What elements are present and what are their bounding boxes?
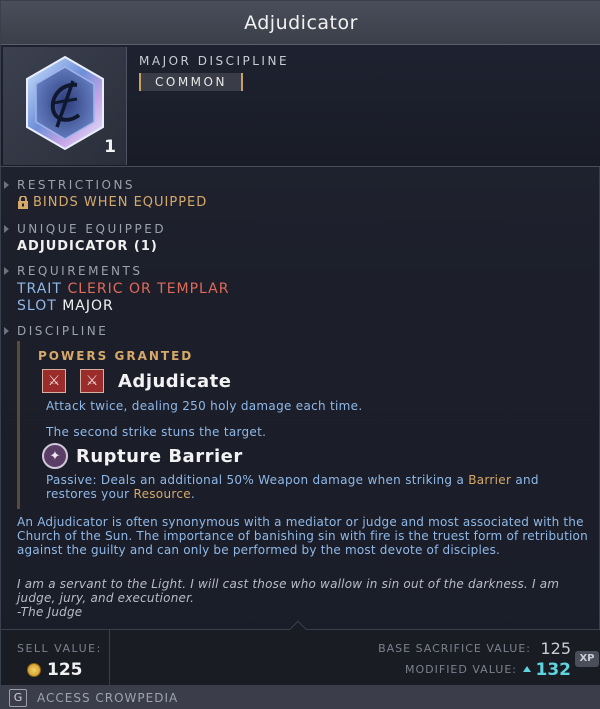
powers-granted-label: POWERS GRANTED — [38, 349, 194, 363]
trait-value: CLERIC OR TEMPLAR — [67, 281, 230, 297]
slot-key: SLOT — [17, 298, 57, 314]
discipline-gem-icon — [26, 55, 104, 151]
caret-icon — [4, 225, 9, 233]
footer-divider — [109, 630, 110, 686]
modified-value: 132 — [535, 660, 572, 680]
item-icon-frame: 1 — [3, 47, 127, 165]
slot-value: MAJOR — [62, 298, 114, 314]
restrictions-row: BINDS WHEN EQUIPPED — [17, 195, 207, 210]
requirements-label: REQUIREMENTS — [17, 264, 143, 278]
crowpedia-label: ACCESS CROWPEDIA — [37, 690, 179, 705]
caret-icon — [4, 267, 9, 275]
barrier-keyword: Barrier — [468, 473, 512, 487]
adjudicate-power-icon: ⚔ — [42, 369, 66, 393]
desc-text: restores your — [46, 487, 134, 501]
resource-keyword: Resource — [133, 487, 191, 501]
lore-quote: I am a servant to the Light. I will cast… — [17, 577, 592, 619]
access-crowpedia-button[interactable]: G ACCESS CROWPEDIA — [1, 685, 600, 709]
sell-value-label: SELL VALUE: — [17, 642, 102, 655]
discipline-label: DISCIPLINE — [17, 324, 109, 338]
base-sacrifice-value: 125 — [540, 639, 571, 658]
g-key-icon: G — [9, 688, 27, 707]
modified-value-label: MODIFIED VALUE: — [405, 663, 517, 676]
stack-count: 1 — [104, 137, 116, 157]
rarity-badge: COMMON — [139, 73, 243, 91]
restrictions-value: BINDS WHEN EQUIPPED — [33, 195, 208, 210]
caret-icon — [4, 181, 9, 189]
power-description: Attack twice, dealing 250 holy damage ea… — [46, 399, 363, 413]
quote-attribution: -The Judge — [17, 605, 83, 619]
item-title: Adjudicator — [244, 11, 358, 34]
base-sacrifice-label: BASE SACRIFICE VALUE: — [378, 642, 531, 655]
item-header: 1 MAJOR DISCIPLINE COMMON — [1, 45, 600, 167]
power-description: Passive: Deals an additional 50% Weapon … — [46, 473, 596, 501]
xp-badge: XP — [575, 651, 599, 667]
adjudicate-power-icon: ⚔ — [80, 369, 104, 393]
arrow-up-icon — [523, 666, 531, 672]
sell-value-row: 125 — [27, 660, 83, 680]
power-rupture-barrier: ✦ Rupture Barrier — [42, 443, 243, 469]
item-tooltip: Adjudicator 1 MAJOR DISCIPLINE COMMON RE… — [0, 0, 600, 709]
lock-icon — [18, 196, 28, 209]
lore-text: An Adjudicator is often synonymous with … — [17, 515, 588, 557]
restrictions-label: RESTRICTIONS — [17, 178, 136, 192]
item-type: MAJOR DISCIPLINE — [139, 54, 290, 68]
desc-text: Passive: Deals an additional 50% Weapon … — [46, 473, 469, 487]
rupture-barrier-power-icon: ✦ — [42, 443, 68, 469]
desc-text: and — [511, 473, 539, 487]
unique-equipped-label: UNIQUE EQUIPPED — [17, 222, 167, 236]
trait-requirement: TRAIT CLERIC OR TEMPLAR — [17, 281, 229, 297]
quote-line: I am a servant to the Light. I will cast… — [17, 577, 560, 591]
trait-key: TRAIT — [17, 281, 62, 297]
power-description: The second strike stuns the target. — [46, 425, 267, 439]
coin-icon — [27, 663, 41, 677]
slot-requirement: SLOT MAJOR — [17, 298, 114, 314]
sell-value: 125 — [47, 660, 83, 680]
footer-notch — [289, 620, 307, 638]
unique-equipped-value: ADJUDICATOR (1) — [17, 239, 158, 254]
title-bar: Adjudicator — [1, 1, 600, 45]
discipline-box: POWERS GRANTED ⚔ ⚔ Adjudicate Attack twi… — [17, 341, 597, 509]
power-adjudicate: ⚔ ⚔ Adjudicate — [42, 369, 231, 393]
caret-icon — [4, 327, 9, 335]
power-name: Rupture Barrier — [76, 445, 243, 467]
desc-text: . — [190, 487, 196, 501]
power-name: Adjudicate — [118, 370, 232, 392]
quote-line: judge, jury, and executioner. — [17, 591, 195, 605]
value-footer: SELL VALUE: 125 BASE SACRIFICE VALUE: 12… — [1, 620, 600, 686]
